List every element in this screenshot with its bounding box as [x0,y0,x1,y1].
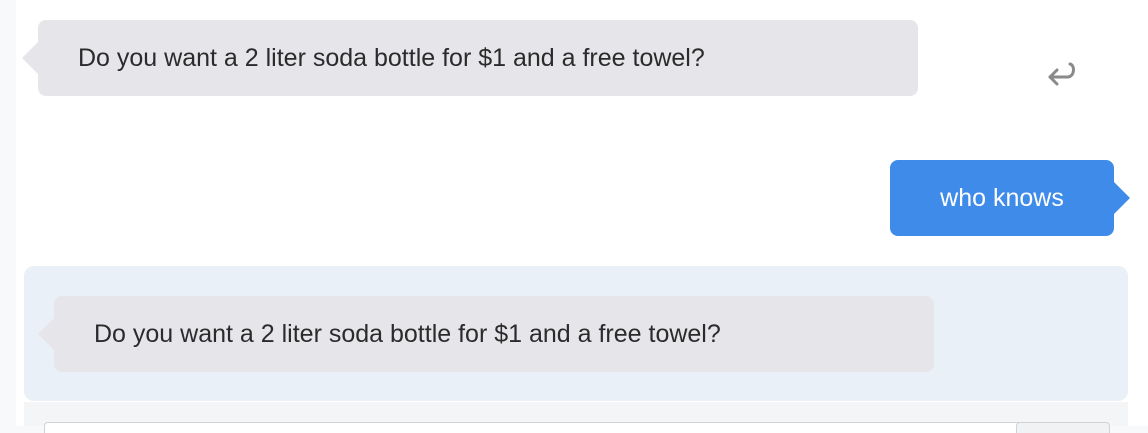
message-input-field[interactable] [44,422,1019,433]
message-input-area [24,402,1128,433]
send-button[interactable] [1016,422,1110,433]
user-message-bubble: who knows [890,160,1130,236]
bot-message-bubble-highlighted: Do you want a 2 liter soda bottle for $1… [38,296,934,372]
reply-arrow-icon[interactable] [1042,56,1078,92]
bot-message-bubble: Do you want a 2 liter soda bottle for $1… [22,20,918,96]
bot-message-text: Do you want a 2 liter soda bottle for $1… [78,44,705,72]
user-message-text: who knows [940,184,1064,212]
bot-message-text: Do you want a 2 liter soda bottle for $1… [94,320,721,348]
